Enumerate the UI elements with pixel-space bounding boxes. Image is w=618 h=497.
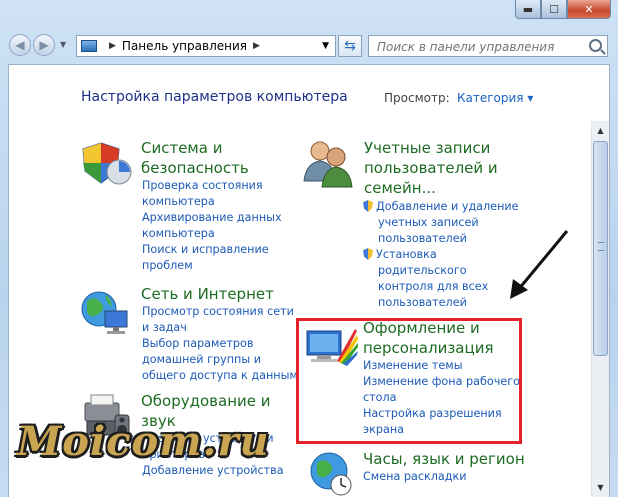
breadcrumb-separator-icon[interactable]: ▶ xyxy=(253,41,260,51)
breadcrumb-separator-icon[interactable]: ▶ xyxy=(109,41,116,51)
refresh-icon: ⇆ xyxy=(344,38,356,54)
back-button[interactable]: ◀ xyxy=(9,34,31,56)
back-arrow-icon: ◀ xyxy=(15,38,25,52)
caption-buttons: ▬ ☐ ✕ xyxy=(515,0,611,20)
address-bar[interactable]: ▶ Панель управления ▶ ▼ xyxy=(76,35,336,57)
breadcrumb-control-panel[interactable]: Панель управления xyxy=(122,39,247,53)
control-panel-icon xyxy=(81,40,97,52)
search-box[interactable] xyxy=(368,35,608,57)
scroll-up-icon[interactable]: ▲ xyxy=(593,123,608,139)
vertical-scrollbar[interactable]: ▲ ▼ xyxy=(591,121,609,497)
navigation-toolbar: ◀ ▶ ▼ ▶ Панель управления ▶ ▼ ⇆ xyxy=(0,30,618,62)
close-button[interactable]: ✕ xyxy=(567,0,611,19)
address-dropdown-icon[interactable]: ▼ xyxy=(322,41,329,51)
forward-button[interactable]: ▶ xyxy=(33,34,55,56)
scrollbar-thumb[interactable] xyxy=(593,141,608,356)
minimize-button[interactable]: ▬ xyxy=(515,0,541,19)
scroll-down-icon[interactable]: ▼ xyxy=(593,480,608,496)
watermark-logo: Moicom.ru xyxy=(17,418,270,465)
recent-pages-dropdown-icon[interactable]: ▼ xyxy=(60,40,66,49)
refresh-button[interactable]: ⇆ xyxy=(338,35,362,57)
search-icon[interactable] xyxy=(589,39,602,52)
control-panel-window: ▬ ☐ ✕ ◀ ▶ ▼ ▶ Панель управления ▶ ▼ ⇆ На… xyxy=(0,0,618,497)
maximize-button[interactable]: ☐ xyxy=(541,0,567,19)
forward-arrow-icon: ▶ xyxy=(39,38,49,52)
search-input[interactable] xyxy=(375,37,589,57)
